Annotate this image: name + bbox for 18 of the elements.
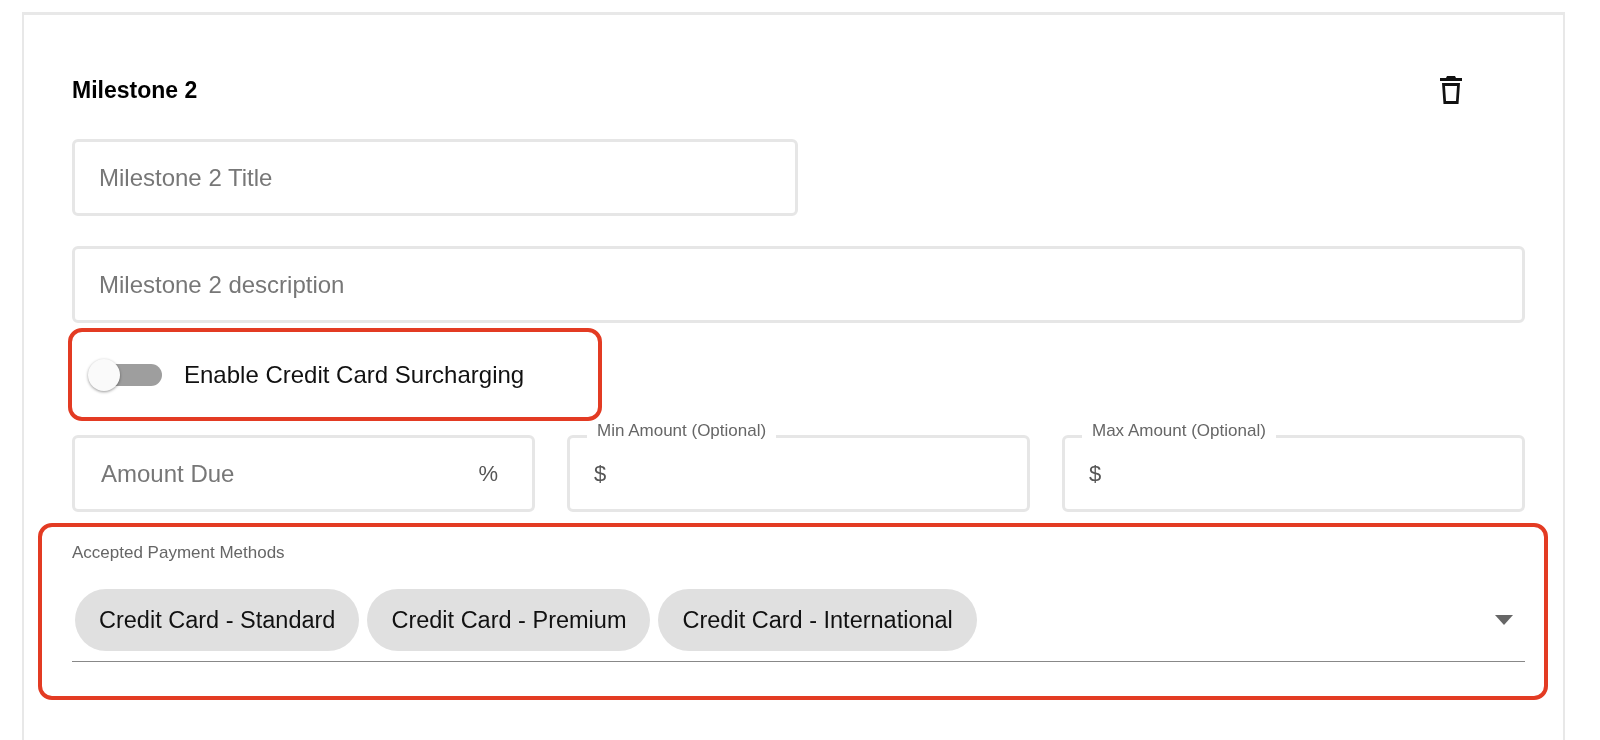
currency-prefix: $ — [594, 460, 608, 487]
field-label: Max Amount (Optional) — [1082, 421, 1276, 441]
milestone-title: Milestone 2 — [72, 76, 198, 104]
payment-chip[interactable]: Credit Card - International — [658, 589, 977, 651]
payment-chip[interactable]: Credit Card - Premium — [367, 589, 651, 651]
caret-icon — [1495, 615, 1513, 625]
title-field[interactable]: Milestone 2 Title — [72, 139, 798, 216]
payment-select[interactable]: Credit Card - Standard Credit Card - Premium Credit Card - International — [72, 589, 1525, 662]
description-field[interactable]: Milestone 2 description — [72, 246, 1525, 323]
amount-field[interactable]: Amount Due % — [72, 435, 535, 512]
payment-chip[interactable]: Credit Card - Standard — [75, 589, 360, 651]
percent-suffix: % — [478, 460, 499, 487]
trash-icon[interactable] — [1439, 75, 1463, 105]
switch-label: Enable Credit Card Surcharging — [184, 360, 525, 389]
amount-input[interactable]: Amount Due — [99, 458, 479, 489]
field-label: Min Amount (Optional) — [587, 421, 777, 441]
currency-prefix: $ — [1089, 460, 1103, 487]
select-label: Accepted Payment Methods — [72, 543, 286, 563]
